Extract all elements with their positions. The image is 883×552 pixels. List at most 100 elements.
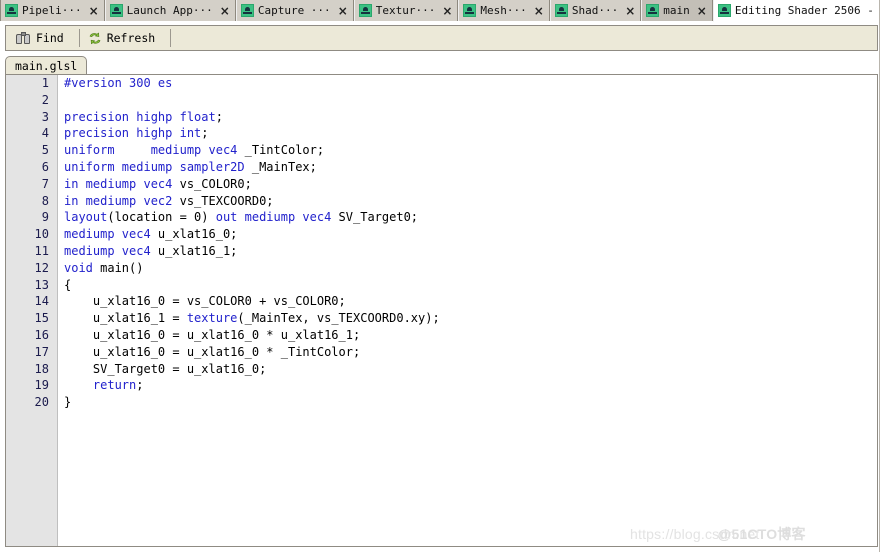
line-number: 10: [34, 227, 49, 242]
close-icon[interactable]: ×: [442, 5, 452, 17]
window-tab-2[interactable]: Capture ··· ×: [235, 0, 354, 21]
code-token: return: [92, 378, 137, 393]
capture-window-icon: [554, 4, 568, 17]
document-tab-bar: main.glsl: [5, 56, 878, 75]
code-token: u_xlat16_0 = u_xlat16_0 * _TintColor;: [64, 344, 361, 359]
window-tab-5[interactable]: Shad··· ×: [549, 0, 642, 21]
code-line: void main(): [59, 260, 877, 277]
line-number: 8: [41, 193, 49, 208]
line-number-gutter: 1 2 3 4 5 6 7 8 9 10 11 12 13 14 15 16 17 18 19 20: [6, 75, 58, 546]
window-tab-0[interactable]: Pipeli··· ×: [0, 0, 105, 21]
capture-window-icon: [463, 4, 477, 17]
close-icon[interactable]: ×: [338, 5, 348, 17]
code-token: ;: [136, 378, 144, 393]
line-number: 19: [34, 378, 49, 393]
code-line: #version 300 es: [59, 75, 877, 92]
code-token: main(): [92, 260, 144, 275]
code-token: texture: [186, 311, 238, 326]
line-number: 1: [41, 76, 49, 90]
code-token: u_xlat16_1;: [150, 243, 238, 258]
code-token: in mediump vec4: [64, 176, 173, 191]
window-tab-label: Shad···: [571, 4, 619, 17]
line-number: 12: [34, 260, 49, 275]
code-token: (_MainTex, vs_TEXCOORD0.xy);: [237, 311, 440, 326]
code-line: u_xlat16_0 = u_xlat16_0 * u_xlat16_1;: [59, 327, 877, 344]
window-tab-label: Editing Shader 2506 - main···: [734, 4, 883, 17]
code-token: uniform mediump sampler2D: [64, 159, 245, 174]
line-number: 9: [41, 210, 49, 225]
capture-window-icon: [358, 4, 372, 17]
window-tab-7[interactable]: Editing Shader 2506 - main···×: [712, 0, 883, 22]
code-line: return;: [59, 377, 877, 394]
code-token: out mediump vec4: [215, 210, 332, 225]
code-token: ;: [215, 109, 223, 124]
find-button[interactable]: Find: [14, 27, 73, 49]
refresh-button[interactable]: Refresh: [86, 27, 164, 49]
code-token: vs_COLOR0;: [172, 176, 252, 191]
code-editor[interactable]: 1 2 3 4 5 6 7 8 9 10 11 12 13 14 15 16 17 18 19 20 #version…: [5, 74, 878, 547]
capture-window-icon: [717, 4, 731, 17]
code-token: SV_Target0;: [331, 210, 419, 225]
close-icon[interactable]: ×: [534, 5, 544, 17]
document-tab-label: main.glsl: [15, 59, 78, 73]
code-line: u_xlat16_0 = vs_COLOR0 + vs_COLOR0;: [59, 293, 877, 310]
code-token: #version 300 es: [64, 76, 173, 90]
close-icon[interactable]: ×: [697, 5, 707, 17]
window-tab-1[interactable]: Launch App··· ×: [104, 0, 236, 21]
line-number: 11: [34, 243, 49, 258]
code-token: mediump vec4: [64, 243, 151, 258]
find-button-label: Find: [36, 31, 64, 45]
code-token: _TintColor;: [237, 143, 325, 158]
window-tab-label: main: [663, 4, 690, 17]
toolbar-separator-2: [170, 29, 172, 47]
line-number: 16: [34, 327, 49, 342]
refresh-button-label: Refresh: [106, 31, 156, 45]
window-tab-strip: Pipeli··· × Launch App··· × Capture ··· × Text…: [0, 0, 883, 22]
window-tab-label: Capture ···: [257, 4, 331, 17]
code-token: u_xlat16_0 = u_xlat16_0 * u_xlat16_1;: [64, 327, 361, 342]
binoculars-icon: [16, 31, 31, 45]
code-token: in mediump vec2: [64, 193, 173, 208]
code-text-area[interactable]: #version 300 es precision highp float; pr…: [59, 75, 877, 546]
window-tab-4[interactable]: Mesh··· ×: [458, 0, 550, 21]
code-token: precision highp int: [64, 126, 202, 141]
window-tab-label: Textur···: [375, 4, 436, 17]
document-tab-main-glsl[interactable]: main.glsl: [5, 56, 88, 75]
code-line: mediump vec4 u_xlat16_1;: [59, 243, 877, 260]
window-right-edge: [879, 0, 883, 552]
code-line: precision highp float;: [59, 109, 877, 126]
window-tab-3[interactable]: Textur··· ×: [353, 0, 459, 21]
code-line: {: [59, 277, 877, 294]
code-token: SV_Target0 = u_xlat16_0;: [64, 361, 267, 376]
line-number: 15: [34, 311, 49, 326]
line-number: 4: [41, 126, 49, 141]
window-tab-label: Launch App···: [126, 4, 213, 17]
editor-toolbar: Find Refresh: [5, 25, 878, 51]
code-token: ;: [201, 126, 209, 141]
close-icon[interactable]: ×: [625, 5, 635, 17]
window-tab-label: Pipeli···: [22, 4, 82, 17]
code-token: {: [64, 277, 72, 292]
line-number: 3: [41, 109, 49, 124]
line-number: 17: [34, 344, 49, 359]
line-number: 2: [41, 92, 49, 107]
code-line: layout(location = 0) out mediump vec4 SV…: [59, 209, 877, 226]
code-line: in mediump vec4 vs_COLOR0;: [59, 176, 877, 193]
code-line: mediump vec4 u_xlat16_0;: [59, 226, 877, 243]
code-token: precision highp float: [64, 109, 216, 124]
line-number: 7: [41, 176, 49, 191]
code-token: u_xlat16_0;: [150, 227, 238, 242]
close-icon[interactable]: ×: [89, 5, 99, 17]
code-token: u_xlat16_0 = vs_COLOR0 + vs_COLOR0;: [64, 294, 346, 309]
code-token: }: [64, 395, 72, 410]
close-icon[interactable]: ×: [220, 5, 230, 17]
window-tab-6[interactable]: main ×: [641, 0, 713, 21]
code-token: void: [64, 260, 93, 275]
code-token: mediump vec4: [150, 143, 238, 158]
code-line: in mediump vec2 vs_TEXCOORD0;: [59, 193, 877, 210]
toolbar-separator-1: [78, 29, 80, 47]
code-token: _MainTex;: [244, 159, 317, 174]
code-token: mediump vec4: [64, 227, 151, 242]
